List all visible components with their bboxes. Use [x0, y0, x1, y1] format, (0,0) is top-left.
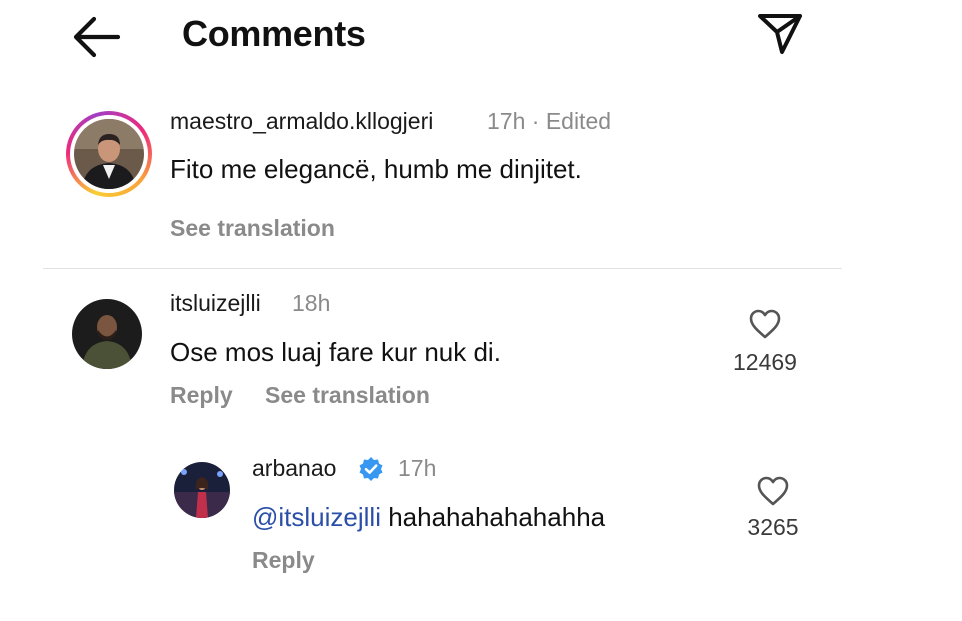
- comment-username[interactable]: maestro_armaldo.kllogjeri: [170, 108, 433, 135]
- profile-photo-icon: [72, 299, 142, 369]
- avatar-arbanao[interactable]: [174, 462, 230, 518]
- mention-link[interactable]: @itsluizejlli: [252, 502, 381, 532]
- arrow-left-icon: [73, 16, 121, 58]
- comment-timestamp: 17h · Edited: [487, 108, 612, 134]
- comment-username[interactable]: arbanao: [252, 455, 336, 482]
- see-translation-button[interactable]: See translation: [170, 215, 335, 242]
- paper-plane-icon: [758, 14, 802, 54]
- comment-text: @itsluizejlli hahahahahahahha: [252, 502, 605, 533]
- heart-icon: [749, 309, 781, 339]
- comment-text-body: hahahahahahahha: [380, 502, 606, 532]
- profile-photo-icon: [74, 119, 144, 189]
- profile-photo-icon: [174, 462, 230, 518]
- comment-timestamp: 18h: [292, 290, 331, 316]
- comment-username[interactable]: itsluizejlli: [170, 290, 261, 317]
- comment-text: Fito me elegancë, humb me dinjitet.: [170, 154, 582, 184]
- heart-icon: [757, 476, 789, 506]
- see-translation-button[interactable]: See translation: [265, 382, 430, 409]
- share-button[interactable]: [754, 10, 806, 58]
- page-title: Comments: [182, 13, 366, 54]
- avatar-itsluizejlli[interactable]: [72, 299, 142, 369]
- verified-badge-icon: [358, 456, 384, 482]
- reply-button[interactable]: Reply: [252, 547, 315, 574]
- like-count: 3265: [747, 514, 799, 540]
- comment-timestamp: 17h: [398, 455, 437, 481]
- like-button[interactable]: [748, 308, 782, 340]
- like-button[interactable]: [756, 475, 790, 507]
- back-button[interactable]: [70, 14, 126, 60]
- divider: [43, 268, 842, 269]
- reply-button[interactable]: Reply: [170, 382, 233, 409]
- avatar-maestro[interactable]: [74, 119, 144, 189]
- comment-text: Ose mos luaj fare kur nuk di.: [170, 337, 501, 367]
- like-count: 12469: [733, 349, 797, 375]
